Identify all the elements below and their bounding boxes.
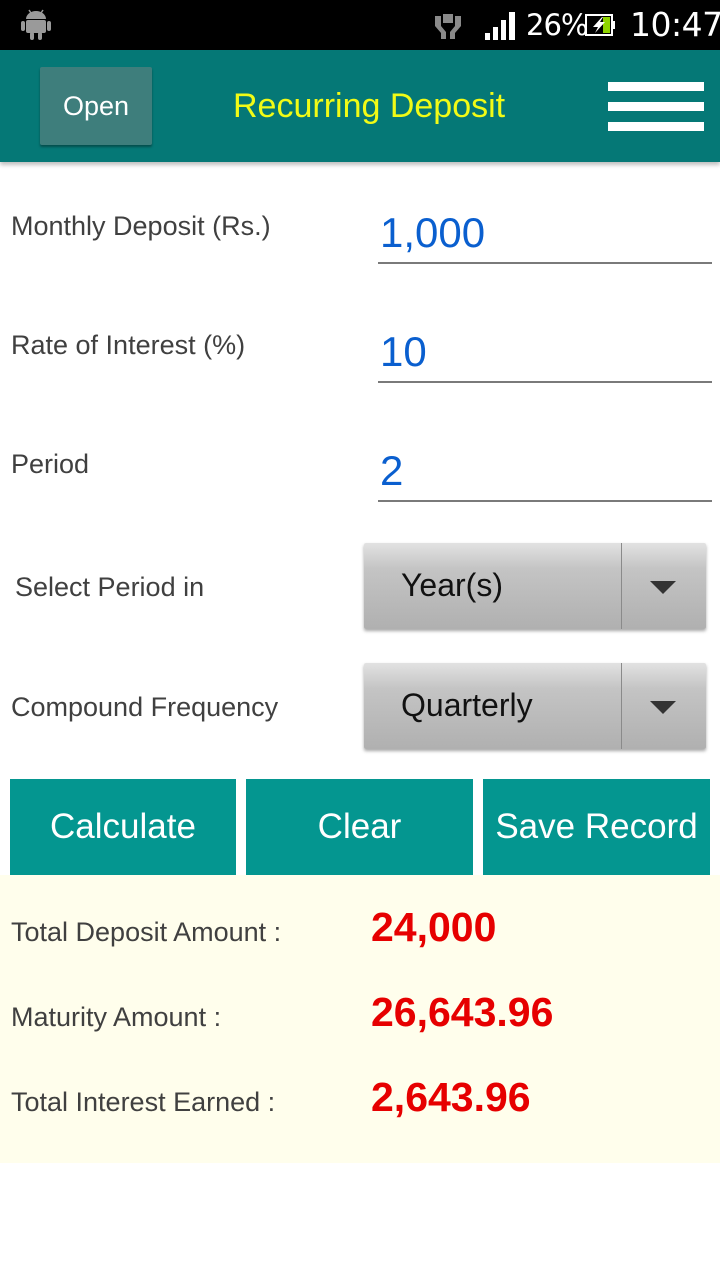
results-panel: Total Deposit Amount : 24,000 Maturity A… — [0, 875, 720, 1163]
total-interest-value: 2,643.96 — [371, 1074, 531, 1120]
period-unit-dropdown[interactable]: Year(s) — [364, 543, 706, 629]
dropdown-arrow-icon — [650, 581, 676, 594]
clear-button[interactable]: Clear — [246, 779, 473, 875]
save-record-button[interactable]: Save Record — [483, 779, 710, 875]
dropdown-divider — [621, 663, 622, 749]
menu-line — [608, 102, 704, 111]
battery-percentage: 26% — [526, 8, 588, 42]
compound-frequency-dropdown[interactable]: Quarterly — [364, 663, 706, 749]
hamburger-menu-icon[interactable] — [606, 80, 706, 134]
period-unit-selected: Year(s) — [401, 567, 503, 603]
open-button[interactable]: Open — [40, 67, 152, 145]
app-title: Recurring Deposit — [233, 87, 506, 125]
maturity-amount-value: 26,643.96 — [371, 989, 554, 1035]
rate-of-interest-label: Rate of Interest (%) — [11, 330, 246, 360]
status-bar: 26% 10:47 — [0, 0, 720, 50]
app-notification-icon — [435, 14, 461, 39]
monthly-deposit-label: Monthly Deposit (Rs.) — [11, 211, 271, 241]
period-input[interactable] — [378, 442, 712, 502]
menu-line — [608, 122, 704, 131]
total-deposit-value: 24,000 — [371, 904, 497, 950]
app-bar: Open Recurring Deposit — [0, 50, 720, 162]
period-unit-label: Select Period in — [15, 572, 205, 602]
dropdown-divider — [621, 543, 622, 629]
total-interest-label: Total Interest Earned : — [11, 1087, 276, 1117]
maturity-amount-label: Maturity Amount : — [11, 1002, 222, 1032]
period-label: Period — [11, 449, 90, 479]
menu-line — [608, 82, 704, 91]
signal-strength-icon — [485, 12, 515, 40]
clock: 10:47 — [630, 5, 720, 44]
compound-frequency-selected: Quarterly — [401, 687, 533, 723]
dropdown-arrow-icon — [650, 701, 676, 714]
rate-of-interest-input[interactable] — [378, 323, 712, 383]
android-debug-icon — [21, 9, 51, 40]
total-deposit-label: Total Deposit Amount : — [11, 917, 282, 947]
monthly-deposit-input[interactable] — [378, 204, 712, 264]
battery-charging-icon — [585, 14, 615, 36]
calculate-button[interactable]: Calculate — [10, 779, 236, 875]
compound-frequency-label: Compound Frequency — [11, 692, 279, 722]
